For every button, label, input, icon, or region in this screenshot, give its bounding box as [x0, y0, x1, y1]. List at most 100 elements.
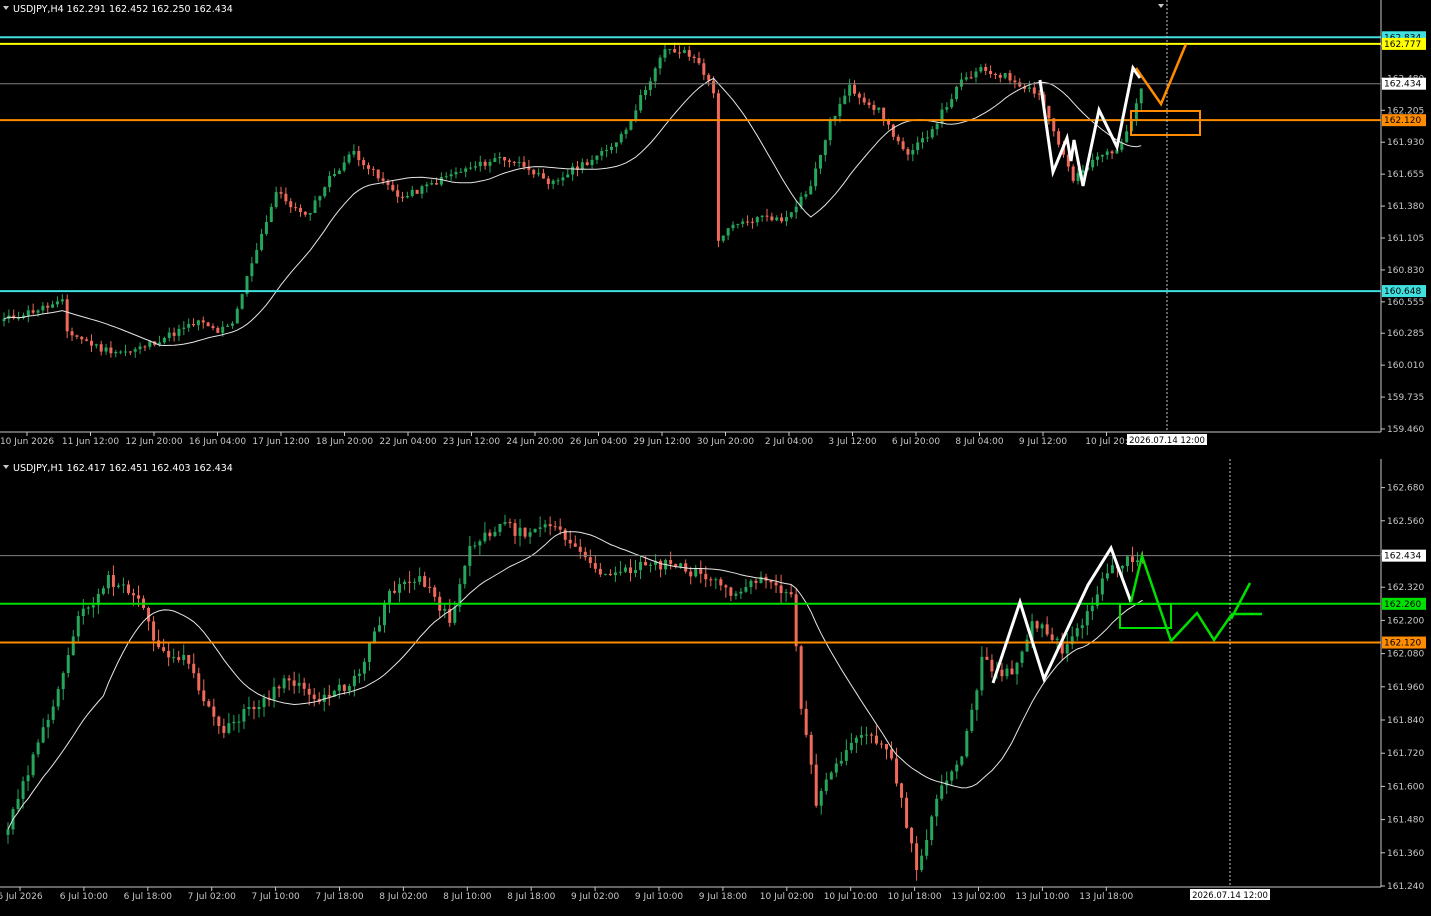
candle-body[interactable]	[226, 325, 230, 327]
candle-body[interactable]	[583, 551, 587, 558]
candle-body[interactable]	[608, 573, 612, 576]
candle-body[interactable]	[26, 775, 30, 782]
candle-body[interactable]	[551, 180, 555, 184]
candle-body[interactable]	[206, 322, 210, 327]
candle-body[interactable]	[362, 661, 366, 674]
candle-body[interactable]	[1105, 573, 1109, 579]
candle-body[interactable]	[408, 581, 412, 583]
candle-body[interactable]	[702, 63, 706, 75]
candle-body[interactable]	[367, 642, 371, 662]
candle-body[interactable]	[237, 721, 241, 723]
candle-body[interactable]	[624, 129, 628, 135]
candle-body[interactable]	[132, 593, 135, 596]
candle-body[interactable]	[673, 49, 677, 53]
candle-body[interactable]	[372, 631, 376, 643]
candle-body[interactable]	[1100, 154, 1104, 157]
candle-body[interactable]	[849, 742, 853, 751]
candle-body[interactable]	[430, 183, 434, 185]
candle-body[interactable]	[307, 688, 311, 695]
candle-body[interactable]	[517, 161, 521, 163]
candle-body[interactable]	[734, 593, 738, 596]
candle-body[interactable]	[182, 654, 186, 660]
candle-body[interactable]	[488, 161, 492, 166]
candle-body[interactable]	[862, 97, 866, 103]
candle-body[interactable]	[895, 758, 899, 784]
candle-body[interactable]	[838, 103, 842, 117]
candle-body[interactable]	[1139, 88, 1143, 104]
candle-body[interactable]	[789, 592, 793, 595]
candle-body[interactable]	[653, 68, 657, 82]
candle-body[interactable]	[719, 579, 723, 586]
candle-body[interactable]	[162, 647, 166, 651]
candle-body[interactable]	[478, 161, 482, 167]
candle-body[interactable]	[980, 656, 984, 691]
candle-body[interactable]	[804, 708, 808, 735]
candle-body[interactable]	[352, 675, 356, 687]
candle-body[interactable]	[749, 580, 753, 588]
candle-body[interactable]	[65, 299, 69, 332]
candle-body[interactable]	[744, 587, 748, 592]
candle-body[interactable]	[89, 340, 93, 346]
candle-body[interactable]	[1130, 556, 1134, 563]
candle-body[interactable]	[114, 351, 118, 354]
candle-body[interactable]	[260, 233, 264, 250]
candle-body[interactable]	[106, 574, 110, 589]
candle-body[interactable]	[964, 77, 968, 80]
candle-body[interactable]	[1120, 565, 1124, 569]
candle-body[interactable]	[714, 579, 718, 581]
candle-body[interactable]	[279, 192, 283, 194]
candle-body[interactable]	[799, 646, 803, 709]
candle-body[interactable]	[548, 524, 552, 527]
candle-body[interactable]	[754, 580, 758, 583]
candle-body[interactable]	[1090, 605, 1094, 612]
candle-body[interactable]	[523, 527, 527, 537]
candle-body[interactable]	[1075, 628, 1079, 637]
candle-body[interactable]	[1025, 639, 1029, 652]
candle-body[interactable]	[376, 169, 380, 179]
candle-body[interactable]	[507, 160, 511, 162]
candle-body[interactable]	[814, 168, 818, 187]
candle-body[interactable]	[1040, 624, 1044, 629]
candle-body[interactable]	[824, 779, 828, 792]
candle-body[interactable]	[891, 124, 895, 137]
candle-body[interactable]	[41, 305, 45, 311]
candle-body[interactable]	[1096, 156, 1099, 160]
candle-body[interactable]	[222, 725, 226, 733]
candle-body[interactable]	[563, 529, 567, 540]
candle-body[interactable]	[1027, 87, 1031, 89]
candle-body[interactable]	[610, 146, 613, 150]
candle-body[interactable]	[473, 545, 477, 547]
candle-body[interactable]	[425, 184, 429, 187]
candle-body[interactable]	[212, 706, 216, 717]
candle-body[interactable]	[1085, 611, 1089, 626]
candle-body[interactable]	[518, 527, 522, 536]
candle-body[interactable]	[1020, 651, 1024, 663]
candle-body[interactable]	[454, 172, 458, 175]
candle-body[interactable]	[819, 791, 823, 806]
candle-body[interactable]	[46, 305, 50, 308]
candle-body[interactable]	[585, 162, 589, 165]
candle-body[interactable]	[739, 591, 743, 594]
candle-body[interactable]	[303, 211, 307, 215]
candle-body[interactable]	[443, 608, 447, 611]
candle-body[interactable]	[794, 206, 798, 213]
candle-body[interactable]	[1115, 149, 1119, 154]
candle-body[interactable]	[433, 587, 437, 597]
candle-body[interactable]	[541, 173, 545, 179]
candle-body[interactable]	[760, 215, 764, 218]
candle-body[interactable]	[522, 161, 526, 167]
candle-body[interactable]	[709, 579, 713, 581]
candle-body[interactable]	[533, 528, 537, 533]
candle-body[interactable]	[493, 531, 497, 537]
candle-body[interactable]	[915, 843, 919, 870]
candle-body[interactable]	[252, 706, 256, 710]
candle-body[interactable]	[839, 760, 843, 764]
candle-body[interactable]	[558, 526, 562, 530]
candle-body[interactable]	[649, 564, 653, 566]
candle-body[interactable]	[401, 196, 405, 198]
candle-body[interactable]	[697, 57, 701, 64]
candle-body[interactable]	[152, 621, 156, 641]
candle-body[interactable]	[247, 706, 251, 710]
candle-body[interactable]	[391, 184, 395, 191]
candle-body[interactable]	[1110, 151, 1114, 154]
